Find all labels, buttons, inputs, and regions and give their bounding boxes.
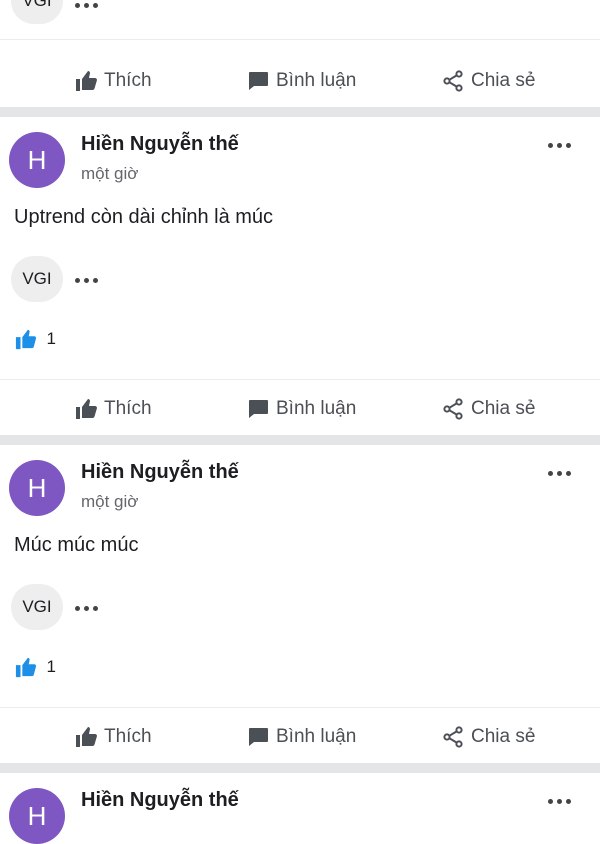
post-separator — [0, 763, 600, 773]
author-name[interactable]: Hiền Nguyễn thế — [81, 789, 239, 812]
comment-label: Bình luận — [276, 398, 357, 419]
comment-label: Bình luận — [276, 726, 357, 747]
stock-tag[interactable]: VGI — [11, 256, 63, 302]
post-time[interactable]: một giờ — [81, 164, 138, 184]
like-button[interactable]: Thích — [74, 722, 152, 752]
share-label: Chia sẻ — [471, 398, 536, 419]
divider — [0, 379, 600, 380]
avatar[interactable]: H — [9, 788, 65, 844]
post-separator — [0, 107, 600, 117]
divider — [0, 707, 600, 708]
post-content: Uptrend còn dài chỉnh là múc — [14, 206, 274, 228]
like-button[interactable]: Thích — [74, 66, 152, 96]
thumbs-up-filled-icon — [15, 329, 37, 350]
stock-tag[interactable]: VGI — [11, 0, 63, 24]
like-label: Thích — [104, 70, 152, 91]
like-button[interactable]: Thích — [74, 394, 152, 424]
more-dots-icon[interactable] — [75, 0, 102, 11]
share-button[interactable]: Chia sẻ — [441, 722, 535, 752]
like-count[interactable]: 1 — [14, 656, 56, 680]
comment-icon — [249, 72, 268, 90]
comment-icon — [249, 400, 268, 418]
post-content: Múc múc múc — [14, 534, 139, 556]
share-label: Chia sẻ — [471, 726, 536, 747]
thumbs-up-icon — [76, 399, 97, 419]
divider — [0, 39, 600, 40]
comment-button[interactable]: Bình luận — [246, 722, 356, 752]
share-button[interactable]: Chia sẻ — [441, 394, 535, 424]
avatar[interactable]: H — [9, 132, 65, 188]
thumbs-up-icon — [76, 71, 97, 91]
share-icon — [443, 398, 463, 420]
more-dots-icon[interactable] — [548, 137, 580, 151]
post-time[interactable]: một giờ — [81, 492, 138, 512]
stock-tag[interactable]: VGI — [11, 584, 63, 630]
thumbs-up-icon — [76, 727, 97, 747]
more-dots-icon[interactable] — [75, 272, 102, 286]
like-label: Thích — [104, 398, 152, 419]
author-name[interactable]: Hiền Nguyễn thế — [81, 133, 239, 156]
more-dots-icon[interactable] — [548, 465, 580, 479]
comment-button[interactable]: Bình luận — [246, 394, 356, 424]
like-label: Thích — [104, 726, 152, 747]
avatar[interactable]: H — [9, 460, 65, 516]
comment-button[interactable]: Bình luận — [246, 66, 356, 96]
comment-icon — [249, 728, 268, 746]
like-count[interactable]: 1 — [14, 328, 56, 352]
share-icon — [443, 70, 463, 92]
more-dots-icon[interactable] — [548, 793, 580, 807]
share-button[interactable]: Chia sẻ — [441, 66, 535, 96]
author-name[interactable]: Hiền Nguyễn thế — [81, 461, 239, 484]
like-count-value: 1 — [46, 657, 56, 676]
share-icon — [443, 726, 463, 748]
thumbs-up-filled-icon — [15, 657, 37, 678]
more-dots-icon[interactable] — [75, 600, 102, 614]
share-label: Chia sẻ — [471, 70, 536, 91]
post-separator — [0, 435, 600, 445]
comment-label: Bình luận — [276, 70, 357, 91]
like-count-value: 1 — [46, 329, 56, 348]
